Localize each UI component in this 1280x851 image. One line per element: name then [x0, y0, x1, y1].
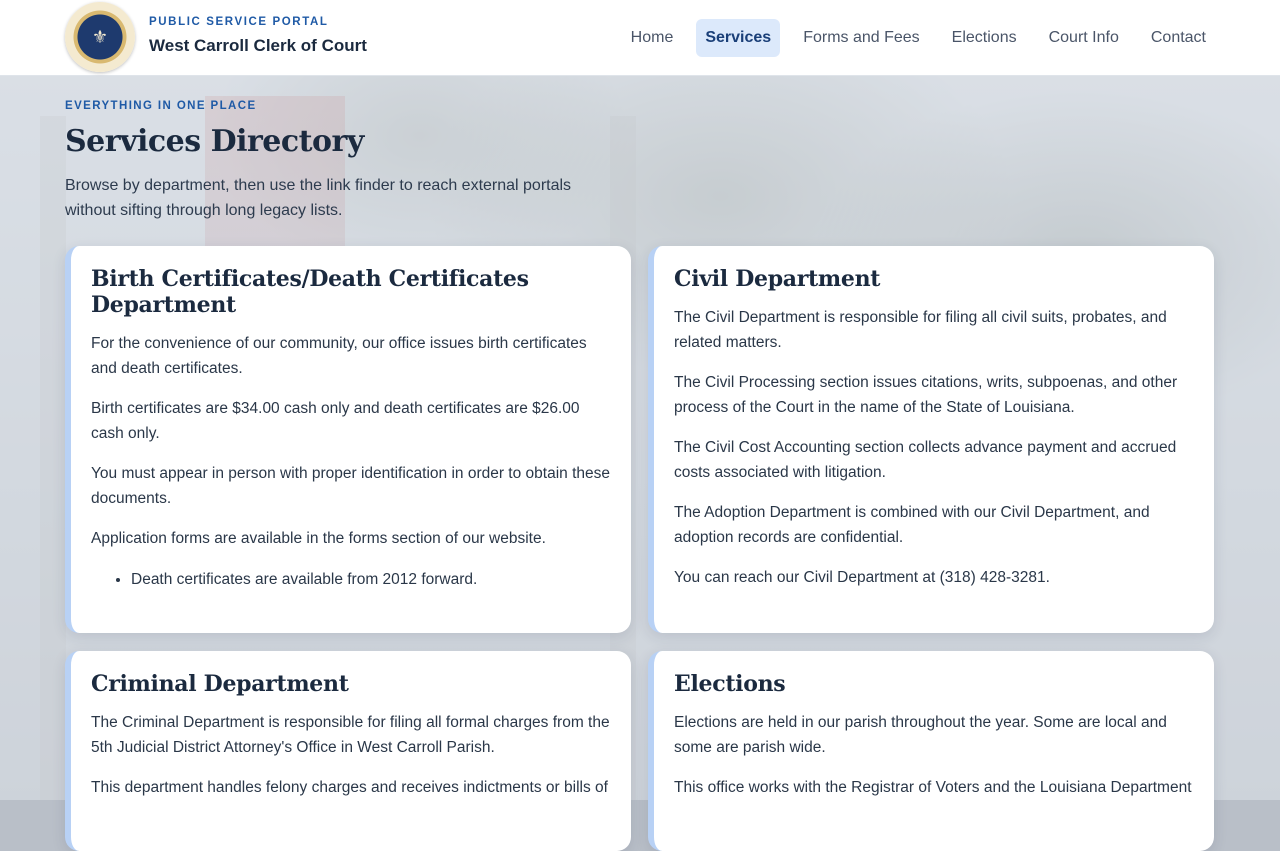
- card-paragraph: Elections are held in our parish through…: [674, 714, 1167, 756]
- card-paragraph: Application forms are available in the f…: [91, 530, 546, 547]
- card-paragraph: Birth certificates are $34.00 cash only …: [91, 400, 580, 442]
- card-paragraph: This office works with the Registrar of …: [674, 779, 1192, 796]
- portal-eyebrow: PUBLIC SERVICE PORTAL: [149, 16, 329, 28]
- card-paragraph: The Adoption Department is combined with…: [674, 504, 1150, 546]
- card-civil-department: Civil Department The Civil Department is…: [648, 246, 1214, 633]
- card-elections: Elections Elections are held in our pari…: [648, 651, 1214, 851]
- main-nav: Home Services Forms and Fees Elections C…: [622, 19, 1215, 57]
- page-title: Services Directory: [65, 124, 364, 159]
- nav-court-info[interactable]: Court Info: [1040, 19, 1128, 57]
- nav-forms-and-fees[interactable]: Forms and Fees: [794, 19, 928, 57]
- card-title: Criminal Department: [91, 671, 349, 697]
- nav-elections[interactable]: Elections: [943, 19, 1026, 57]
- list-item: Death certificates are available from 20…: [131, 568, 611, 592]
- card-title: Civil Department: [674, 266, 881, 292]
- card-paragraph: You must appear in person with proper id…: [91, 465, 611, 507]
- card-paragraph: This department handles felony charges a…: [91, 779, 608, 796]
- nav-home[interactable]: Home: [622, 19, 683, 57]
- card-paragraph: For the convenience of our community, ou…: [91, 335, 587, 377]
- card-bullet-list: Death certificates are available from 20…: [91, 568, 611, 592]
- card-paragraph: The Civil Processing section issues cita…: [674, 374, 1178, 416]
- card-paragraph: You can reach our Civil Department at (3…: [674, 569, 1050, 586]
- nav-contact[interactable]: Contact: [1142, 19, 1215, 57]
- main-content: EVERYTHING IN ONE PLACE Services Directo…: [65, 76, 1215, 851]
- card-title: Elections: [674, 671, 786, 697]
- card-paragraph: The Criminal Department is responsible f…: [91, 714, 610, 756]
- card-paragraph: The Civil Cost Accounting section collec…: [674, 439, 1177, 481]
- card-title: Birth Certificates/Death Certificates De…: [91, 266, 529, 318]
- site-header: ⚜ PUBLIC SERVICE PORTAL West Carroll Cle…: [0, 0, 1280, 76]
- page-lede: Browse by department, then use the link …: [65, 177, 572, 219]
- card-criminal-department: Criminal Department The Criminal Departm…: [65, 651, 631, 851]
- hero-eyebrow: EVERYTHING IN ONE PLACE: [65, 100, 257, 112]
- site-brand[interactable]: West Carroll Clerk of Court: [149, 36, 367, 56]
- card-paragraph: The Civil Department is responsible for …: [674, 309, 1167, 351]
- card-birth-death-certificates: Birth Certificates/Death Certificates De…: [65, 246, 631, 633]
- seal-icon[interactable]: ⚜: [65, 2, 135, 72]
- nav-services[interactable]: Services: [696, 19, 781, 57]
